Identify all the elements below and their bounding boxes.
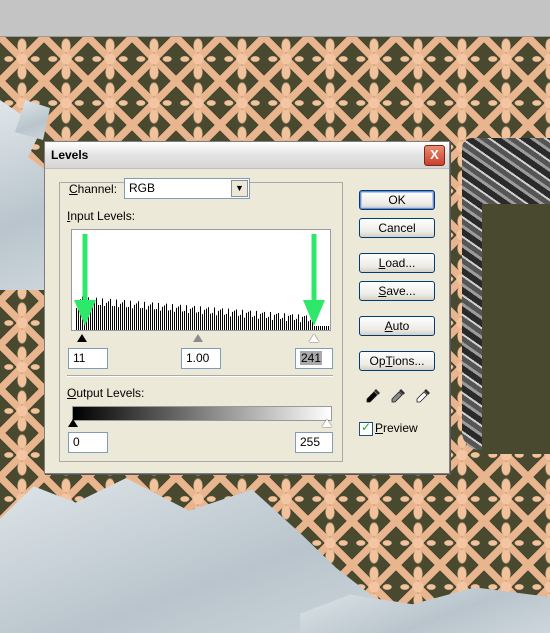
output-white-value: 255 — [300, 435, 321, 449]
input-gamma-slider[interactable] — [193, 334, 203, 342]
auto-mnemonic: A — [384, 319, 393, 333]
input-white-field[interactable]: 241 — [295, 348, 333, 369]
input-levels-label: Input Levels: — [67, 209, 135, 223]
preview-label-text: review — [383, 421, 418, 435]
ok-button[interactable]: OK — [359, 190, 435, 210]
output-white-slider[interactable] — [322, 419, 332, 427]
annotation-arrow-right — [303, 234, 325, 326]
canvas-top-pasteboard — [0, 0, 550, 37]
output-white-field[interactable]: 255 — [295, 432, 333, 453]
cancel-button[interactable]: Cancel — [359, 218, 435, 238]
input-white-value: 241 — [300, 351, 323, 365]
preview-mnemonic: P — [375, 421, 384, 435]
dialog-titlebar[interactable]: Levels X — [45, 142, 449, 169]
preview-label[interactable]: Preview — [375, 421, 418, 435]
cancel-button-label: Cancel — [378, 221, 416, 235]
save-button[interactable]: Save... — [359, 281, 435, 301]
options-label-pre: Op — [369, 354, 386, 368]
auto-button[interactable]: Auto — [359, 316, 435, 336]
output-black-value: 0 — [73, 435, 80, 449]
histogram-plot — [76, 296, 329, 330]
channel-select-value: RGB — [129, 181, 156, 195]
channel-label-mnemonic: C — [69, 182, 78, 196]
close-button[interactable]: X — [424, 145, 445, 166]
load-button-label: oad... — [385, 256, 416, 270]
annotation-arrow-left — [74, 234, 96, 326]
close-icon: X — [430, 147, 439, 162]
preview-checkbox[interactable] — [359, 420, 373, 436]
input-black-field[interactable]: 11 — [68, 348, 108, 369]
gray-eyedropper-icon[interactable] — [390, 388, 406, 404]
levels-separator — [67, 375, 333, 377]
output-gradient-bar — [72, 406, 332, 421]
load-button[interactable]: Load... — [359, 253, 435, 273]
white-eyedropper-icon[interactable] — [415, 388, 431, 404]
options-button-label: ions... — [392, 354, 425, 368]
channel-select[interactable]: RGB ▼ — [124, 178, 250, 199]
channel-label: Channel: — [69, 182, 117, 196]
levels-dialog: Levels X Channel: RGB ▼ Input Levels: 11… — [44, 141, 450, 474]
output-levels-text: utput Levels: — [76, 386, 145, 400]
histogram — [71, 229, 331, 331]
options-button[interactable]: OpTions... — [359, 351, 435, 371]
black-eyedropper-icon[interactable] — [365, 388, 381, 404]
input-white-slider[interactable] — [309, 334, 319, 342]
chevron-down-icon[interactable]: ▼ — [231, 180, 248, 197]
input-gamma-value: 1.00 — [186, 351, 210, 365]
output-levels-mnemonic: O — [67, 386, 77, 400]
output-black-field[interactable]: 0 — [68, 432, 108, 453]
output-black-slider[interactable] — [68, 419, 78, 427]
channel-label-text: hannel: — [77, 182, 118, 196]
frame-opening — [482, 204, 550, 454]
input-gamma-field[interactable]: 1.00 — [181, 348, 221, 369]
input-black-value: 11 — [73, 351, 86, 365]
input-levels-text: nput Levels: — [70, 209, 136, 223]
ok-button-label: OK — [388, 193, 406, 207]
auto-button-label: uto — [392, 319, 410, 333]
output-levels-label: Output Levels: — [67, 386, 144, 400]
dialog-title: Levels — [51, 148, 89, 162]
ornate-silver-frame-image — [462, 138, 550, 454]
save-button-label: ave... — [386, 284, 416, 298]
input-black-slider[interactable] — [77, 334, 87, 342]
